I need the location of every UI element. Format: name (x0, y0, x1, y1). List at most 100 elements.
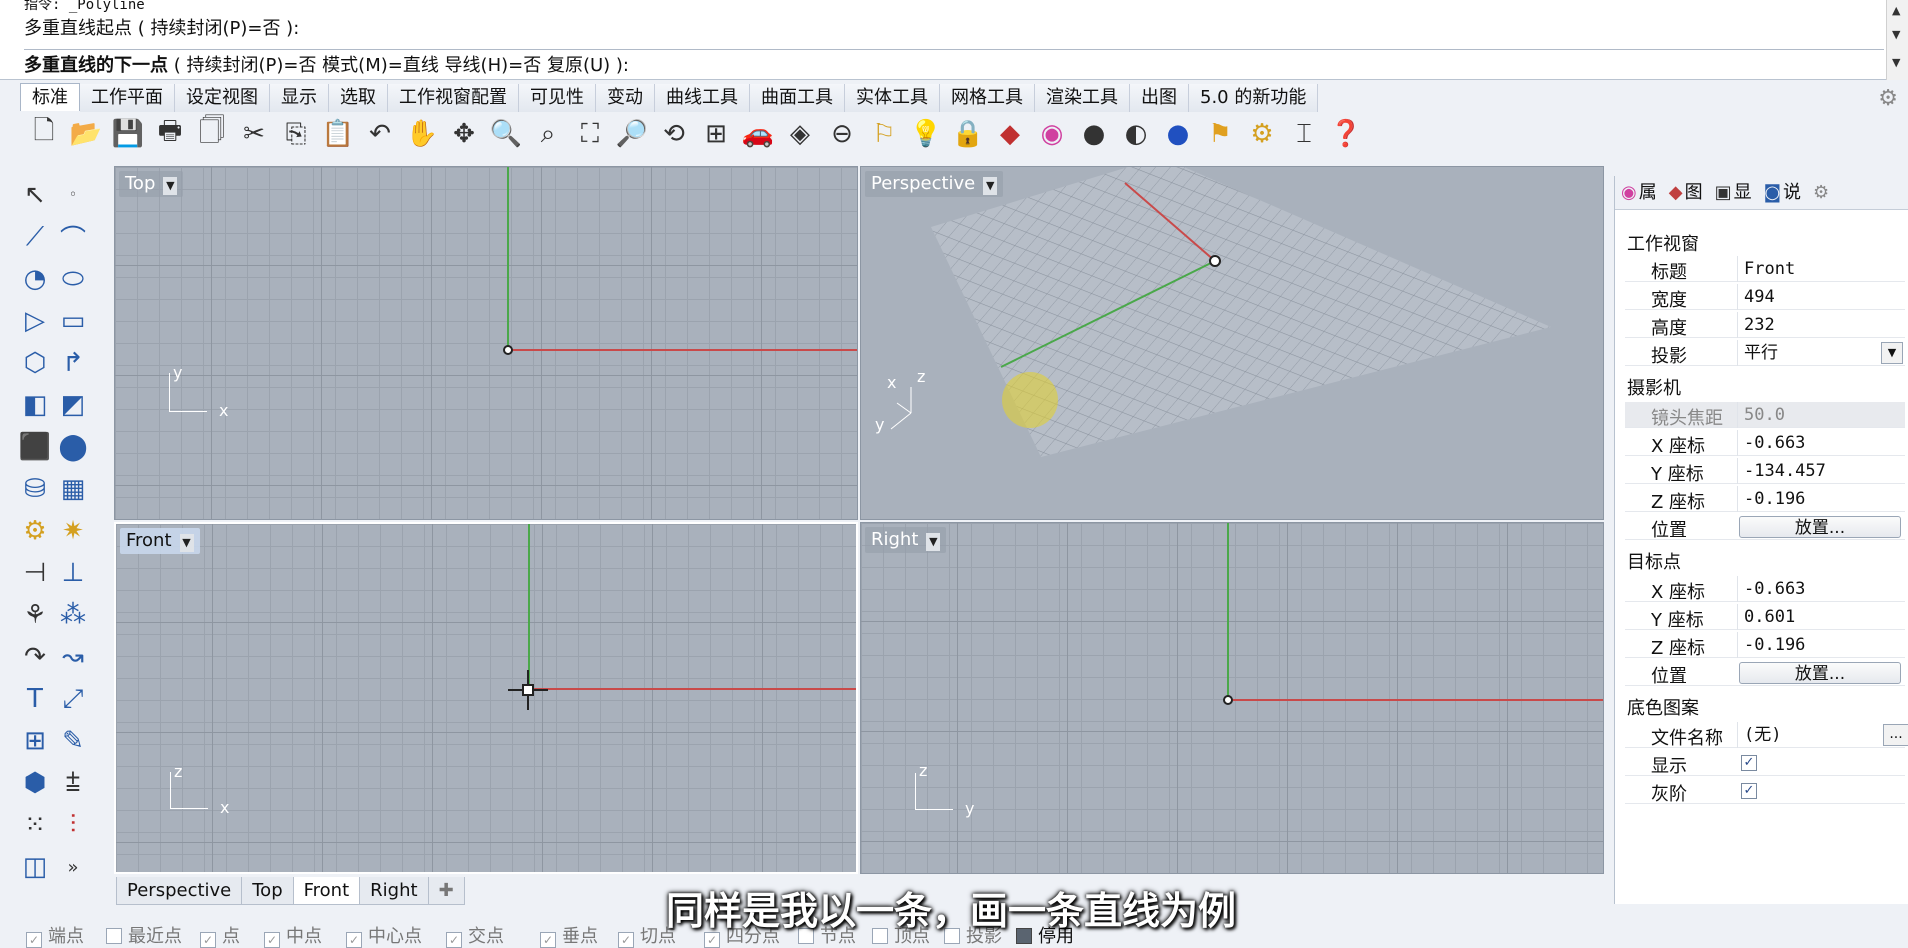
zoom-window-icon[interactable]: ⌕ (530, 114, 566, 154)
transform-gear-icon[interactable]: ⚙ (16, 512, 54, 550)
prop-value-cam-z[interactable]: -0.196 (1737, 486, 1903, 512)
print-icon[interactable]: 🖶 (152, 114, 188, 154)
toolbar-tab[interactable]: 5.0 的新功能 (1189, 84, 1319, 112)
cylinder-icon[interactable]: ⛁ (16, 470, 54, 508)
prop-value-title[interactable]: Front (1737, 256, 1903, 282)
more-chevron-icon[interactable]: » (54, 848, 92, 886)
grid-dots-icon[interactable]: ⁙ (16, 806, 54, 844)
dimension-icon[interactable]: ⌶ (1286, 114, 1322, 154)
blend-icon[interactable]: ↝ (54, 638, 92, 676)
toolbar-tab[interactable]: 工作平面 (80, 84, 175, 112)
render-sphere-icon[interactable]: ◐ (1118, 114, 1154, 154)
text-icon[interactable]: T (16, 680, 54, 718)
ellipse-icon[interactable]: ⬭ (54, 260, 92, 298)
prop-value-width[interactable]: 494 (1737, 284, 1903, 310)
osnap-item[interactable]: 最近点 (106, 922, 182, 948)
viewport-tab-right[interactable]: Right (359, 877, 429, 905)
osnap-checkbox[interactable]: ✓ (26, 932, 42, 948)
toolbar-tab[interactable]: 实体工具 (845, 84, 940, 112)
prop-value-tgt-x[interactable]: -0.663 (1737, 576, 1903, 602)
four-viewports-icon[interactable]: ⊞ (698, 114, 734, 154)
viewport-title-right[interactable]: Right ▼ (865, 527, 947, 553)
osnap-checkbox[interactable]: ✓ (264, 932, 280, 948)
extrude-surface-icon[interactable]: ◩ (54, 386, 92, 424)
viewport-title-top[interactable]: Top ▼ (119, 171, 184, 197)
shaded-object-icon[interactable]: ◈ (782, 114, 818, 154)
prop-value-tgt-z[interactable]: -0.196 (1737, 632, 1903, 658)
viewport-front[interactable]: z x Front ▼ (114, 522, 858, 874)
viewport-tab-perspective[interactable]: Perspective (116, 877, 243, 905)
copy-icon[interactable]: ⎘ (278, 114, 314, 154)
grayscale-checkbox[interactable]: ✓ (1741, 783, 1757, 799)
place-target-button[interactable]: 放置... (1739, 662, 1901, 684)
osnap-item[interactable]: ✓ 交点 (446, 922, 504, 948)
dimension-left-icon[interactable]: ⩲ (54, 764, 92, 802)
color-wheel-icon[interactable]: ◉ (1034, 114, 1070, 154)
command-prompt[interactable]: 多重直线的下一点 ( 持续封闭(P)=否 模式(M)=直线 导线(H)=否 复原… (24, 49, 1884, 77)
viewport-right[interactable]: z y Right ▼ (860, 522, 1604, 874)
light-bulb-icon[interactable]: 💡 (908, 114, 944, 154)
osnap-checkbox[interactable]: ✓ (446, 932, 462, 948)
viewport-perspective[interactable]: x z y Perspective ▼ (860, 166, 1604, 520)
mesh-surface-icon[interactable]: ▦ (54, 470, 92, 508)
toolbar-tab[interactable]: 标准 (20, 83, 80, 111)
osnap-checkbox[interactable] (106, 928, 122, 944)
cplane-icon[interactable]: ⊖ (824, 114, 860, 154)
rotate-view-icon[interactable]: ✥ (446, 114, 482, 154)
command-prompt-options[interactable]: ( 持续封闭(P)=否 模式(M)=直线 导线(H)=否 复原(U) ): (174, 55, 629, 76)
toolbar-tab[interactable]: 显示 (270, 84, 329, 112)
osnap-checkbox[interactable]: ✓ (200, 932, 216, 948)
toolbar-tab[interactable]: 工作视窗配置 (388, 84, 519, 112)
osnap-checkbox[interactable]: ✓ (618, 932, 634, 948)
show-checkbox[interactable]: ✓ (1741, 755, 1757, 771)
material-sphere-icon[interactable]: ● (1076, 114, 1112, 154)
help-icon[interactable]: ❓ (1328, 114, 1364, 154)
split-icon[interactable]: ⊥ (54, 554, 92, 592)
osnap-checkbox[interactable]: ✓ (346, 932, 362, 948)
sphere-solid-icon[interactable]: ⬤ (54, 428, 92, 466)
toolbar-tab[interactable]: 曲面工具 (750, 84, 845, 112)
paste-icon[interactable]: 📋 (320, 114, 356, 154)
flag-icon[interactable]: ⚑ (1202, 114, 1238, 154)
edit-icon[interactable]: ✎ (54, 722, 92, 760)
new-file-icon[interactable]: 🗋 (26, 114, 62, 154)
toolbar-tab[interactable]: 变动 (596, 84, 655, 112)
open-folder-icon[interactable]: 📂 (68, 114, 104, 154)
polygon-icon[interactable]: ⬡ (16, 344, 54, 382)
zoom-icon[interactable]: 🔍 (488, 114, 524, 154)
select-objects-icon[interactable]: ⚐ (866, 114, 902, 154)
projection-select[interactable]: 平行 (1737, 340, 1903, 366)
osnap-checkbox[interactable]: ✓ (540, 932, 556, 948)
prop-value-cam-y[interactable]: -134.457 (1737, 458, 1903, 484)
fillet-curve-icon[interactable]: ↱ (54, 344, 92, 382)
panel-gear-icon[interactable]: ⚙ (1807, 176, 1835, 210)
osnap-item[interactable]: ✓ 中心点 (346, 922, 422, 948)
trim-icon[interactable]: ⊣ (16, 554, 54, 592)
viewport-tab-top[interactable]: Top (241, 877, 294, 905)
panel-tab-display[interactable]: ▣ 显 (1709, 176, 1758, 210)
toolbar-tab[interactable]: 网格工具 (940, 84, 1035, 112)
scroll-down-icon[interactable]: ▼ (1892, 56, 1900, 69)
toolbar-tab[interactable]: 可见性 (519, 84, 596, 112)
arc-icon[interactable]: ▷ (16, 302, 54, 340)
prop-value-file[interactable]: (无) (1737, 722, 1903, 748)
explode-icon[interactable]: ✷ (54, 512, 92, 550)
gear-icon[interactable]: ⚙ (1878, 86, 1898, 111)
dropdown-arrow-icon[interactable]: ▼ (983, 177, 998, 195)
osnap-item[interactable]: ✓ 点 (200, 922, 240, 948)
undo-icon[interactable]: ↶ (362, 114, 398, 154)
dropdown-arrow-icon[interactable]: ▼ (926, 533, 941, 551)
zoom-extents-icon[interactable]: ⛶ (572, 114, 608, 154)
box-solid-icon[interactable]: ⬛ (16, 428, 54, 466)
toolbar-tab[interactable]: 曲线工具 (655, 84, 750, 112)
scale-icon[interactable]: ⤢ (54, 680, 92, 718)
undo-view-icon[interactable]: ⟲ (656, 114, 692, 154)
render-tools-icon[interactable]: ◫ (16, 848, 54, 886)
render-icon[interactable]: ● (1160, 114, 1196, 154)
fillet-icon[interactable]: ↷ (16, 638, 54, 676)
place-camera-button[interactable]: 放置... (1739, 516, 1901, 538)
export-icon[interactable]: 🗍 (194, 114, 230, 154)
prop-value-height[interactable]: 232 (1737, 312, 1903, 338)
car-icon[interactable]: 🚗 (740, 114, 776, 154)
toolbar-tab[interactable]: 渲染工具 (1035, 84, 1130, 112)
